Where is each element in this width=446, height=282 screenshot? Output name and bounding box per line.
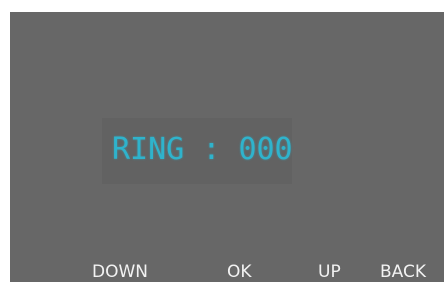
ok-button[interactable]: OK [227, 262, 252, 282]
ring-label: RING [112, 132, 185, 167]
down-button[interactable]: DOWN [92, 262, 148, 282]
ring-readout: RING : 000 [112, 132, 293, 168]
ring-separator: : [202, 132, 221, 167]
ring-value: 000 [238, 132, 293, 167]
back-button[interactable]: BACK [380, 262, 426, 282]
up-button[interactable]: UP [318, 262, 341, 282]
